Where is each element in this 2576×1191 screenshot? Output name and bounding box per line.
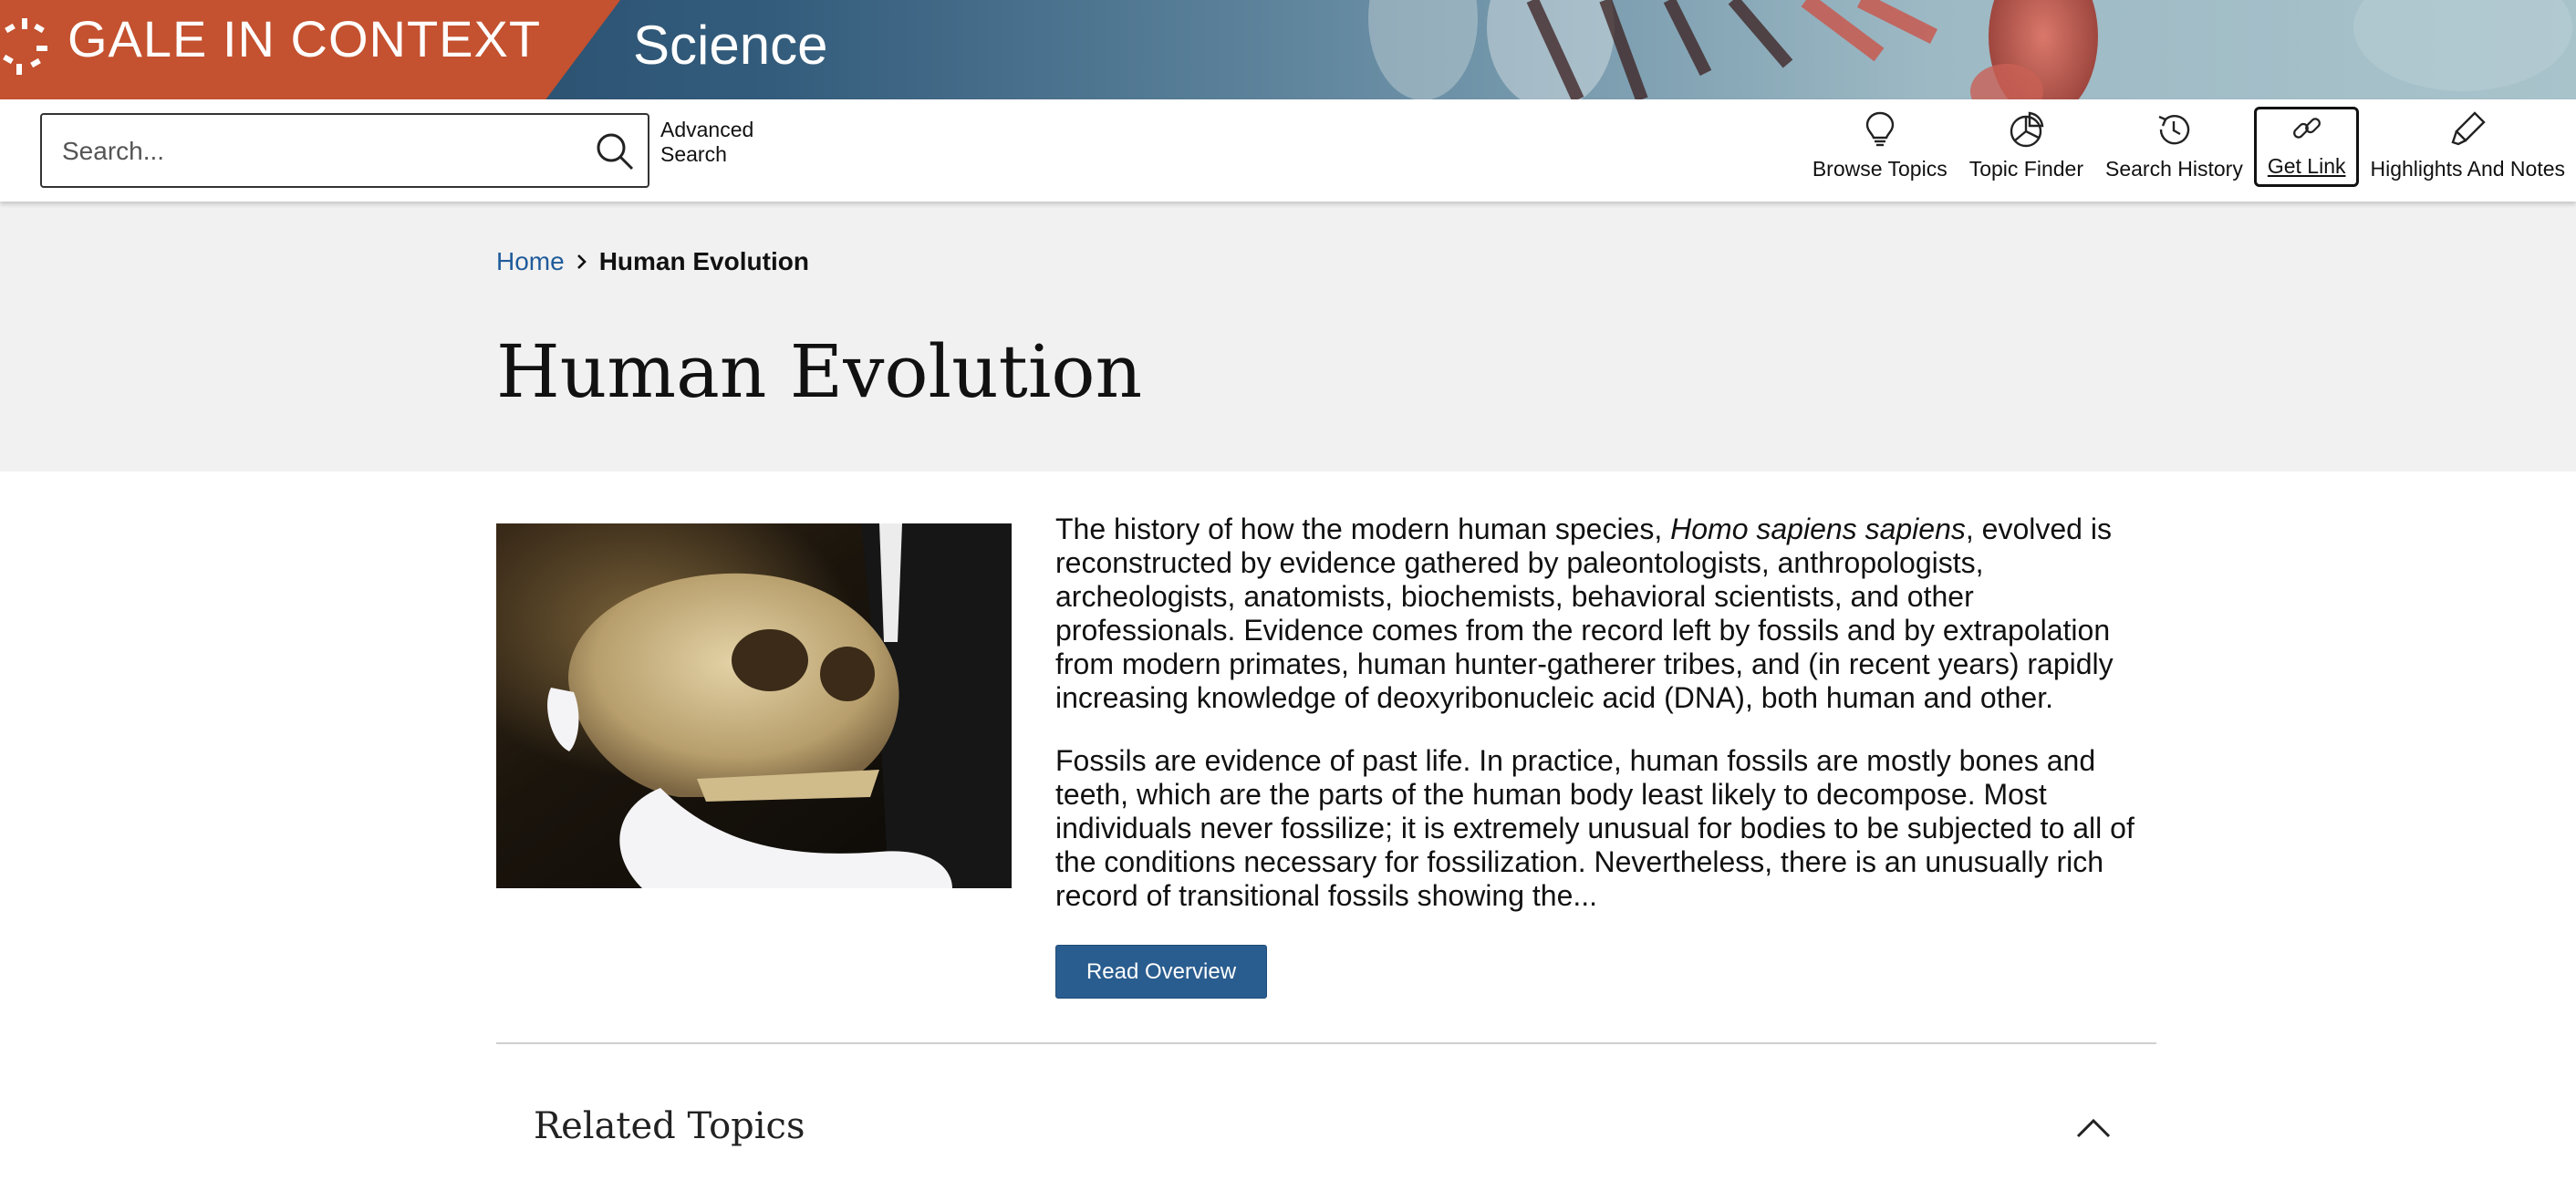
breadcrumb-home-link[interactable]: Home — [496, 247, 565, 276]
search-icon — [597, 133, 634, 171]
search-history-button[interactable]: Search History — [2094, 107, 2254, 187]
highlights-and-notes-button[interactable]: Highlights And Notes — [2359, 107, 2576, 187]
get-link-button[interactable]: Get Link — [2253, 107, 2360, 187]
product-name[interactable]: Science — [633, 14, 827, 77]
read-overview-button[interactable]: Read Overview — [1055, 945, 1267, 999]
species-name: Homo sapiens sapiens — [1670, 513, 1966, 545]
toolbar: Advanced Search Browse Topics Topic Find… — [0, 99, 2576, 202]
tool-menu: Browse Topics Topic Finder Search Histor… — [1802, 99, 2576, 202]
browse-topics-label: Browse Topics — [1812, 157, 1948, 181]
skull-photo — [496, 523, 1012, 888]
browse-topics-button[interactable]: Browse Topics — [1802, 107, 1958, 187]
overview-p1-start: The history of how the modern human spec… — [1055, 513, 1671, 545]
related-topics-heading[interactable]: Related Topics — [534, 1105, 805, 1147]
highlighter-icon — [2451, 111, 2486, 146]
brand-block[interactable]: GALE IN CONTEXT — [0, 0, 620, 99]
topic-finder-label: Topic Finder — [1968, 157, 2083, 181]
pie-chart-icon — [2010, 111, 2044, 148]
search-history-label: Search History — [2105, 157, 2243, 181]
get-link-label: Get Link — [2267, 154, 2346, 178]
link-icon — [2292, 118, 2321, 139]
overview-paragraph-1: The history of how the modern human spec… — [1055, 513, 2141, 715]
advanced-search-link[interactable]: Advanced Search — [660, 118, 770, 167]
topic-finder-button[interactable]: Topic Finder — [1958, 107, 2094, 187]
chevron-right-icon — [576, 254, 587, 269]
gale-logo-icon — [3, 18, 47, 75]
brand-name: GALE IN CONTEXT — [68, 10, 542, 67]
search-box — [40, 113, 649, 188]
breadcrumb-current: Human Evolution — [598, 247, 809, 275]
search-button[interactable] — [589, 126, 640, 177]
history-icon — [2158, 115, 2190, 145]
section-divider — [496, 1042, 2156, 1044]
overview-paragraph-2: Fossils are evidence of past life. In pr… — [1055, 744, 2135, 912]
breadcrumb: Home Human Evolution — [496, 247, 809, 276]
topic-header: Home Human Evolution Human Evolution — [0, 202, 2576, 471]
chevron-up-icon[interactable] — [2074, 1116, 2113, 1140]
highlights-and-notes-label: Highlights And Notes — [2370, 157, 2565, 181]
search-input[interactable] — [60, 128, 575, 175]
site-banner: GALE IN CONTEXT Science — [0, 0, 2576, 99]
topic-image — [496, 523, 1012, 888]
page-title: Human Evolution — [496, 329, 1143, 414]
lightbulb-icon — [1865, 111, 1894, 147]
overview-text: The history of how the modern human spec… — [1055, 513, 2141, 942]
